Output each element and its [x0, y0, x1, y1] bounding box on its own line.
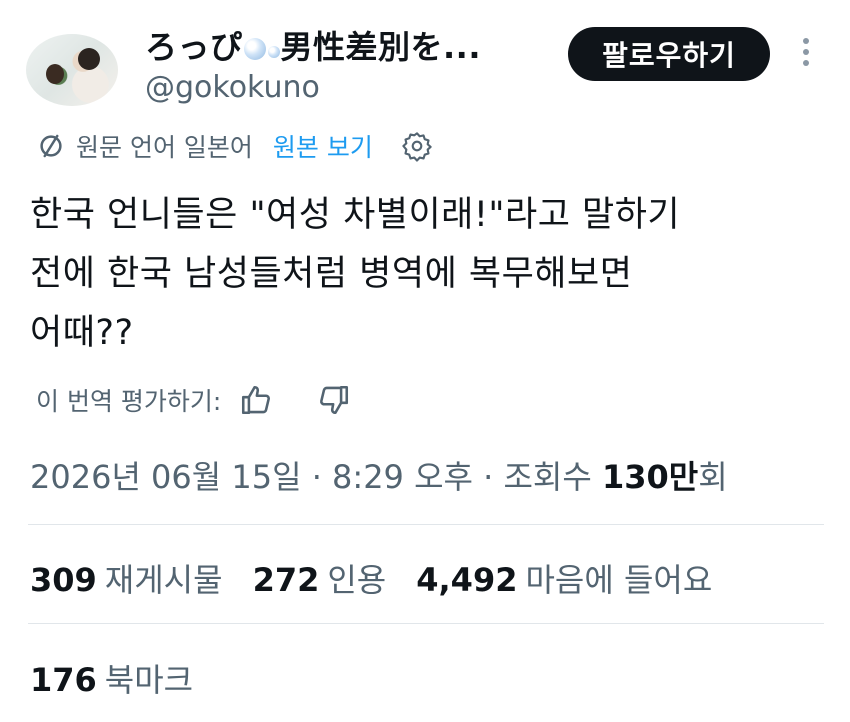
tweet-line: 한국 언니들은 "여성 차별이래!"라고 말하기	[30, 195, 681, 235]
display-name-suffix: 男性差別を...	[280, 28, 481, 66]
tweet-text: 한국 언니들은 "여성 차별이래!"라고 말하기 전에 한국 남성들처럼 병역에…	[30, 186, 820, 363]
show-original-link[interactable]: 원본 보기	[273, 128, 373, 164]
likes-label: 마음에 들어요	[525, 561, 713, 599]
bookmarks-count: 176	[30, 661, 97, 699]
timestamp[interactable]: 2026년 06월 15일 · 8:29 오후 · 조회수	[30, 458, 602, 496]
reposts-count: 309	[30, 561, 97, 599]
likes-count: 4,492	[416, 561, 518, 599]
thumbs-up-icon[interactable]	[239, 383, 273, 417]
divider	[28, 623, 824, 624]
follow-button[interactable]: 팔로우하기	[568, 27, 770, 81]
display-name[interactable]: ろっぴ 男性差別を...	[145, 22, 481, 68]
translation-bar: 원문 언어 일본어 원본 보기	[36, 128, 433, 164]
bookmarks-label: 북마크	[104, 661, 194, 699]
avatar-figure	[46, 64, 64, 84]
tweet-line: 어때??	[30, 313, 134, 353]
rate-translation-row: 이 번역 평가하기:	[36, 378, 351, 422]
bookmarks-stat[interactable]: 176 북마크	[30, 655, 193, 701]
reposts-label: 재게시물	[104, 561, 223, 599]
quotes-stat[interactable]: 272 인용	[253, 555, 387, 601]
gear-icon[interactable]	[401, 130, 433, 162]
reposts-stat[interactable]: 309 재게시물	[30, 555, 223, 601]
view-count: 130만	[601, 458, 699, 496]
quotes-count: 272	[252, 561, 320, 599]
tweet-metadata: 2026년 06월 15일 · 8:29 오후 · 조회수 130만회	[30, 452, 728, 498]
divider	[28, 524, 824, 525]
display-name-prefix: ろっぴ	[145, 28, 243, 66]
user-handle[interactable]: @gokokuno	[145, 70, 320, 105]
tweet-line: 전에 한국 남성들처럼 병역에 복무해보면	[30, 254, 633, 294]
more-options-icon[interactable]	[802, 38, 810, 72]
translate-icon	[40, 134, 62, 158]
engagement-stats: 309 재게시물 272 인용 4,492 마음에 들어요	[30, 555, 742, 601]
likes-stat[interactable]: 4,492 마음에 들어요	[416, 555, 712, 601]
bubble-icon	[267, 46, 280, 58]
view-count-suffix: 회	[698, 458, 728, 496]
bubble-icon	[243, 38, 266, 60]
avatar-figure	[78, 48, 100, 70]
thumbs-down-icon[interactable]	[317, 383, 351, 417]
rate-translation-label: 이 번역 평가하기:	[36, 387, 222, 416]
quotes-label: 인용	[327, 561, 387, 599]
source-language-label: 원문 언어 일본어	[76, 133, 253, 162]
avatar[interactable]	[26, 34, 118, 106]
